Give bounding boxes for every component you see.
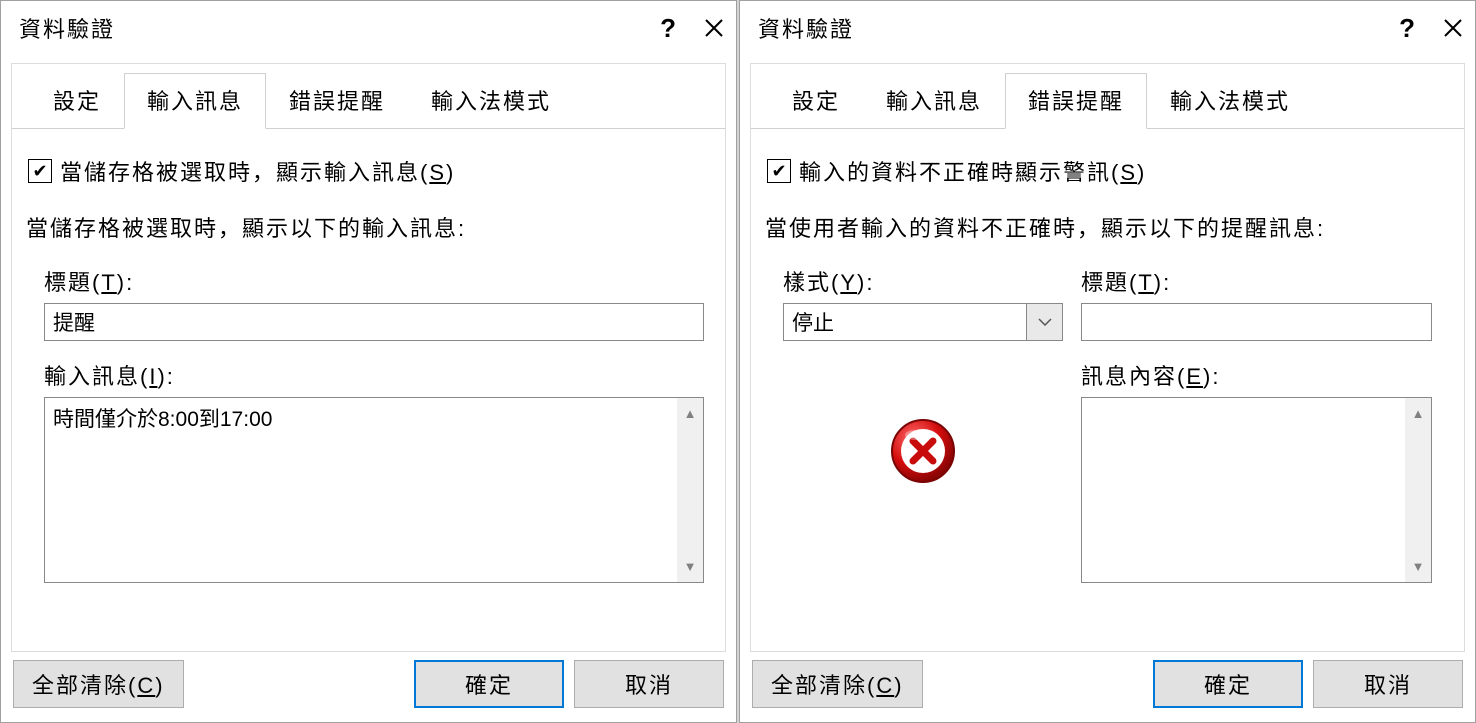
scroll-up-icon[interactable]: ▲: [684, 406, 697, 421]
titlebar: 資料驗證 ?: [740, 1, 1475, 55]
style-select-dropdown-button[interactable]: [1027, 303, 1063, 341]
data-validation-dialog-input-message: 資料驗證 ? 設定 輸入訊息 錯誤提醒 輸入法模式 ✔ 當儲存格被選取時，顯示輸…: [0, 0, 737, 723]
clear-all-button[interactable]: 全部清除(C): [13, 660, 184, 708]
show-message-checkbox-label: 當儲存格被選取時，顯示輸入訊息(S): [60, 155, 455, 187]
tab-ime-mode[interactable]: 輸入法模式: [408, 73, 574, 129]
err-msg-label: 訊息內容(E):: [1081, 359, 1432, 391]
tab-settings[interactable]: 設定: [30, 73, 124, 129]
tab-bar: 設定 輸入訊息 錯誤提醒 輸入法模式: [751, 72, 1464, 129]
error-icon-area: [783, 341, 1063, 561]
close-icon[interactable]: [704, 18, 724, 38]
tab-ime-mode[interactable]: 輸入法模式: [1147, 73, 1313, 129]
message-group: 輸入訊息(I): ▲ ▼: [26, 359, 711, 583]
help-icon[interactable]: ?: [660, 13, 676, 44]
style-select-value: 停止: [783, 303, 1027, 341]
dialog-title: 資料驗證: [19, 12, 115, 44]
title-input[interactable]: [44, 303, 704, 341]
titlebar: 資料驗證 ?: [1, 1, 736, 55]
chevron-down-icon: [1038, 318, 1052, 326]
show-alert-when-invalid-row: ✔ 輸入的資料不正確時顯示警訊(S): [765, 155, 1450, 187]
tab-settings[interactable]: 設定: [769, 73, 863, 129]
section-text: 當儲存格被選取時，顯示以下的輸入訊息:: [26, 211, 711, 243]
title-label: 標題(T):: [44, 265, 711, 297]
show-alert-checkbox[interactable]: ✔: [767, 159, 791, 183]
message-label: 輸入訊息(I):: [44, 359, 711, 391]
button-row: 全部清除(C) 確定 取消: [740, 660, 1475, 722]
err-msg-textarea-wrap: ▲ ▼: [1081, 397, 1432, 583]
style-select[interactable]: 停止: [783, 303, 1063, 341]
button-row: 全部清除(C) 確定 取消: [1, 660, 736, 722]
tab-error-alert[interactable]: 錯誤提醒: [266, 73, 408, 129]
textarea-scrollbar[interactable]: ▲ ▼: [677, 398, 703, 582]
dialog-title: 資料驗證: [758, 12, 854, 44]
error-style-column: 樣式(Y): 停止: [783, 265, 1063, 583]
tab-error-alert[interactable]: 錯誤提醒: [1005, 73, 1147, 129]
help-icon[interactable]: ?: [1399, 13, 1415, 44]
stop-error-icon: [889, 417, 957, 485]
panel-error-alert: ✔ 輸入的資料不正確時顯示警訊(S) 當使用者輸入的資料不正確時，顯示以下的提醒…: [751, 129, 1464, 597]
clear-all-button[interactable]: 全部清除(C): [752, 660, 923, 708]
titlebar-controls: ?: [1399, 13, 1463, 44]
error-right-column: 標題(T): 訊息內容(E): ▲ ▼: [1081, 265, 1450, 583]
titlebar-controls: ?: [660, 13, 724, 44]
data-validation-dialog-error-alert: 資料驗證 ? 設定 輸入訊息 錯誤提醒 輸入法模式 ✔ 輸入的資料不正確時顯示警…: [739, 0, 1476, 723]
message-textarea-wrap: ▲ ▼: [44, 397, 704, 583]
scroll-up-icon[interactable]: ▲: [1412, 406, 1425, 421]
ok-button[interactable]: 確定: [414, 660, 564, 708]
dialog-content: 設定 輸入訊息 錯誤提醒 輸入法模式 ✔ 當儲存格被選取時，顯示輸入訊息(S) …: [11, 63, 726, 652]
err-msg-textarea[interactable]: [1082, 398, 1405, 582]
tab-input-message[interactable]: 輸入訊息: [124, 73, 266, 129]
error-alert-columns: 樣式(Y): 停止: [765, 265, 1450, 583]
scroll-down-icon[interactable]: ▼: [1412, 559, 1425, 574]
message-textarea[interactable]: [45, 398, 677, 582]
show-alert-checkbox-label: 輸入的資料不正確時顯示警訊(S): [799, 155, 1146, 187]
panel-input-message: ✔ 當儲存格被選取時，顯示輸入訊息(S) 當儲存格被選取時，顯示以下的輸入訊息:…: [12, 129, 725, 615]
show-message-checkbox[interactable]: ✔: [28, 159, 52, 183]
textarea-scrollbar[interactable]: ▲ ▼: [1405, 398, 1431, 582]
section-text: 當使用者輸入的資料不正確時，顯示以下的提醒訊息:: [765, 211, 1450, 243]
show-message-when-selected-row: ✔ 當儲存格被選取時，顯示輸入訊息(S): [26, 155, 711, 187]
err-title-input[interactable]: [1081, 303, 1432, 341]
style-label: 樣式(Y):: [783, 265, 1063, 297]
right-buttons: 確定 取消: [414, 660, 724, 708]
tab-bar: 設定 輸入訊息 錯誤提醒 輸入法模式: [12, 72, 725, 129]
tab-input-message[interactable]: 輸入訊息: [863, 73, 1005, 129]
close-icon[interactable]: [1443, 18, 1463, 38]
ok-button[interactable]: 確定: [1153, 660, 1303, 708]
scroll-down-icon[interactable]: ▼: [684, 559, 697, 574]
cancel-button[interactable]: 取消: [574, 660, 724, 708]
title-group: 標題(T):: [26, 265, 711, 341]
err-title-label: 標題(T):: [1081, 265, 1432, 297]
cancel-button[interactable]: 取消: [1313, 660, 1463, 708]
right-buttons: 確定 取消: [1153, 660, 1463, 708]
dialog-content: 設定 輸入訊息 錯誤提醒 輸入法模式 ✔ 輸入的資料不正確時顯示警訊(S) 當使…: [750, 63, 1465, 652]
